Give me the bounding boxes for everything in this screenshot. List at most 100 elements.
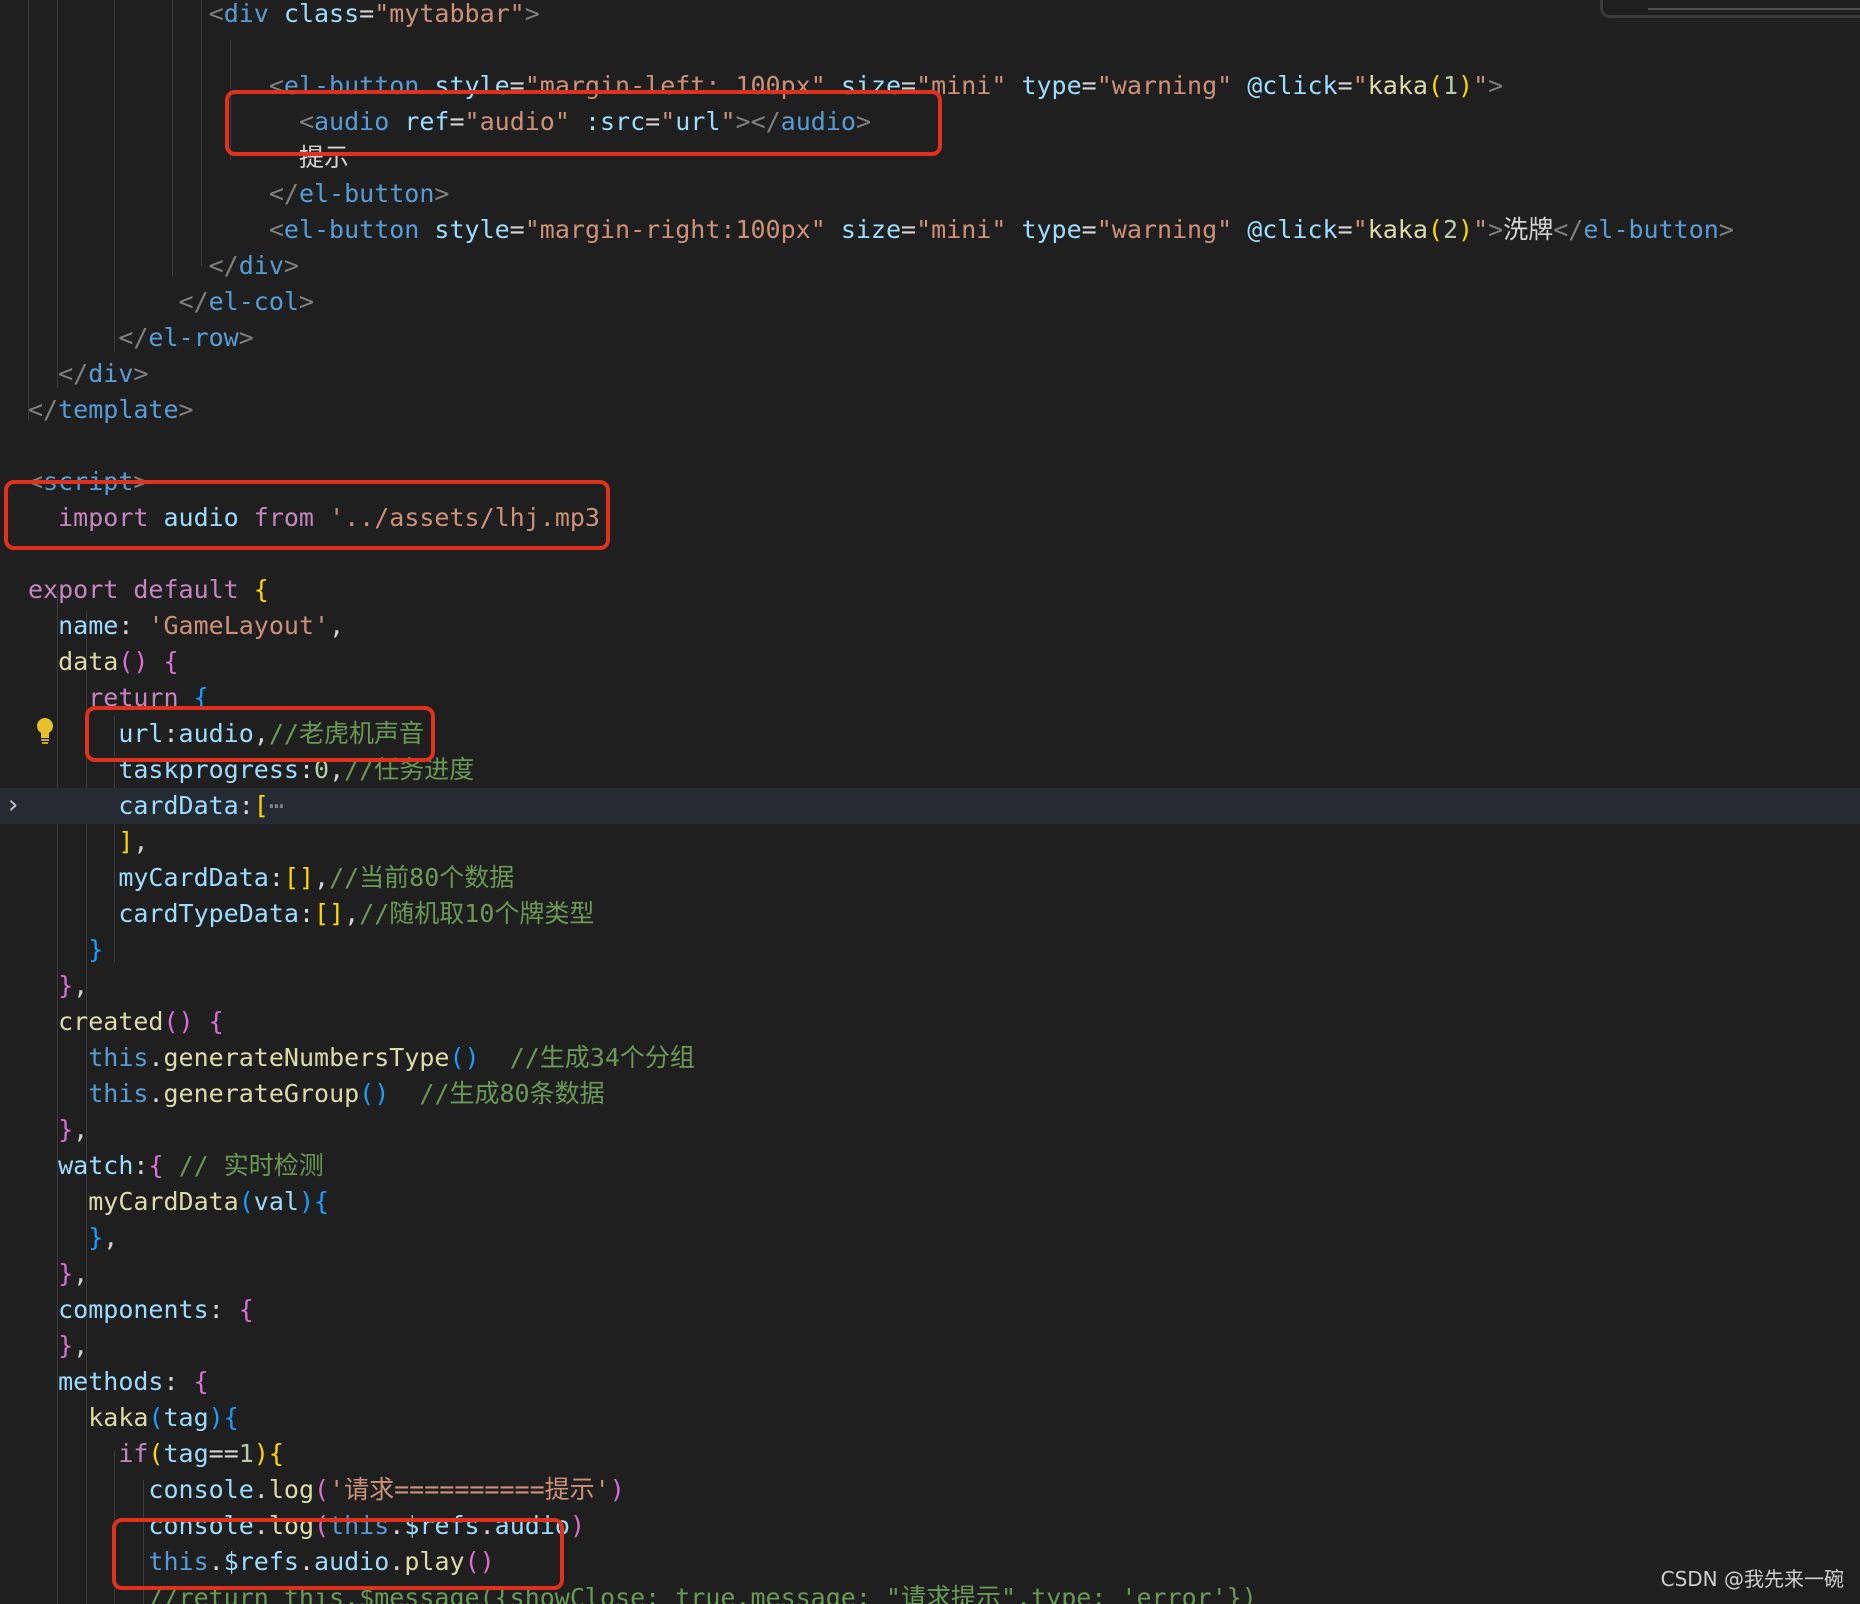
code-token: methods [58, 1367, 164, 1396]
code-token: generateNumbersType [163, 1043, 450, 1072]
code-line[interactable]: created() { [0, 1004, 1860, 1040]
code-line[interactable]: data() { [0, 644, 1860, 680]
code-token: } [58, 1115, 74, 1144]
code-token: kaka [1367, 71, 1428, 100]
code-token: > [1718, 215, 1734, 244]
code-line[interactable]: cardTypeData:[],//随机取10个牌类型 [0, 896, 1860, 932]
code-line[interactable]: </el-col> [0, 284, 1860, 320]
code-line[interactable]: if(tag==1){ [0, 1436, 1860, 1472]
code-token: , [103, 1223, 119, 1252]
code-line[interactable]: myCardData(val){ [0, 1184, 1860, 1220]
code-token: } [88, 1223, 104, 1252]
code-token: () [359, 1079, 390, 1108]
code-token: data [58, 647, 119, 676]
annotation-box-play [112, 1518, 564, 1590]
code-line[interactable]: <div class="mytabbar"> [0, 0, 1860, 32]
code-token: </ [118, 323, 149, 352]
code-token: class [268, 0, 360, 28]
code-token: , [329, 611, 345, 640]
code-token: tag [163, 1403, 209, 1432]
code-line[interactable]: cardData:[⋯ [0, 788, 1860, 824]
code-line[interactable]: this.generateNumbersType() //生成34个分组 [0, 1040, 1860, 1076]
code-token: //当前80个数据 [329, 863, 515, 892]
code-token: : [118, 611, 149, 640]
code-token: kaka [88, 1403, 149, 1432]
code-token: , [73, 1259, 89, 1288]
code-line[interactable]: </div> [0, 356, 1860, 392]
code-line[interactable]: </template> [0, 392, 1860, 428]
code-editor[interactable]: <div class="mytabbar"> <el-button style=… [0, 0, 1860, 1604]
code-token: " [1473, 215, 1489, 244]
code-token: ) [609, 1475, 625, 1504]
code-line[interactable]: kaka(tag){ [0, 1400, 1860, 1436]
code-token: , [73, 1115, 89, 1144]
code-token: " [1352, 215, 1368, 244]
code-line[interactable]: } [0, 932, 1860, 968]
code-token: name [58, 611, 119, 640]
code-token: = [1337, 71, 1353, 100]
code-line[interactable]: </el-row> [0, 320, 1860, 356]
code-line[interactable]: </div> [0, 248, 1860, 284]
code-line[interactable]: }, [0, 968, 1860, 1004]
code-token: "warning" [1096, 215, 1233, 244]
code-token: div [88, 359, 134, 388]
code-line[interactable]: }, [0, 1220, 1860, 1256]
code-line[interactable]: myCardData:[],//当前80个数据 [0, 860, 1860, 896]
code-token: ) [1458, 71, 1474, 100]
code-line[interactable]: <el-button style="margin-right:100px" si… [0, 212, 1860, 248]
code-token: console [148, 1475, 254, 1504]
code-line[interactable] [0, 428, 1860, 464]
code-line[interactable]: watch:{ // 实时检测 [0, 1148, 1860, 1184]
code-token: </ [28, 395, 59, 424]
code-token: ) [1458, 215, 1474, 244]
code-line[interactable]: }, [0, 1328, 1860, 1364]
code-line[interactable]: name: 'GameLayout', [0, 608, 1860, 644]
code-token: ( [314, 1475, 330, 1504]
code-token: if [118, 1439, 149, 1468]
code-line[interactable]: console.log('请求==========提示') [0, 1472, 1860, 1508]
code-line[interactable]: components: { [0, 1292, 1860, 1328]
code-token: type [1006, 215, 1082, 244]
code-token: } [58, 971, 74, 1000]
code-token: 1 [1442, 71, 1459, 100]
code-token: ) [298, 1187, 315, 1216]
code-line[interactable]: </el-button> [0, 176, 1860, 212]
code-token: > [524, 0, 540, 28]
code-token: //生成34个分组 [509, 1043, 695, 1072]
code-token: myCardData [88, 1187, 239, 1216]
code-line[interactable]: methods: { [0, 1364, 1860, 1400]
code-token: = [1081, 71, 1097, 100]
code-token: export [28, 575, 119, 604]
code-token: 2 [1442, 215, 1459, 244]
code-line[interactable]: }, [0, 1256, 1860, 1292]
chevron-right-icon[interactable]: › [2, 790, 24, 820]
code-token: = [359, 0, 375, 28]
code-line[interactable]: export default { [0, 572, 1860, 608]
code-token: el-row [148, 323, 239, 352]
code-line[interactable]: }, [0, 1112, 1860, 1148]
code-line[interactable] [0, 32, 1860, 68]
code-line[interactable]: this.generateGroup() //生成80条数据 [0, 1076, 1860, 1112]
lightbulb-icon[interactable] [34, 716, 56, 746]
code-token: , [133, 827, 149, 856]
code-token: " [1473, 71, 1489, 100]
code-token: </ [208, 251, 239, 280]
code-token: () [449, 1043, 480, 1072]
code-line[interactable]: ], [0, 824, 1860, 860]
code-token: "warning" [1096, 71, 1233, 100]
